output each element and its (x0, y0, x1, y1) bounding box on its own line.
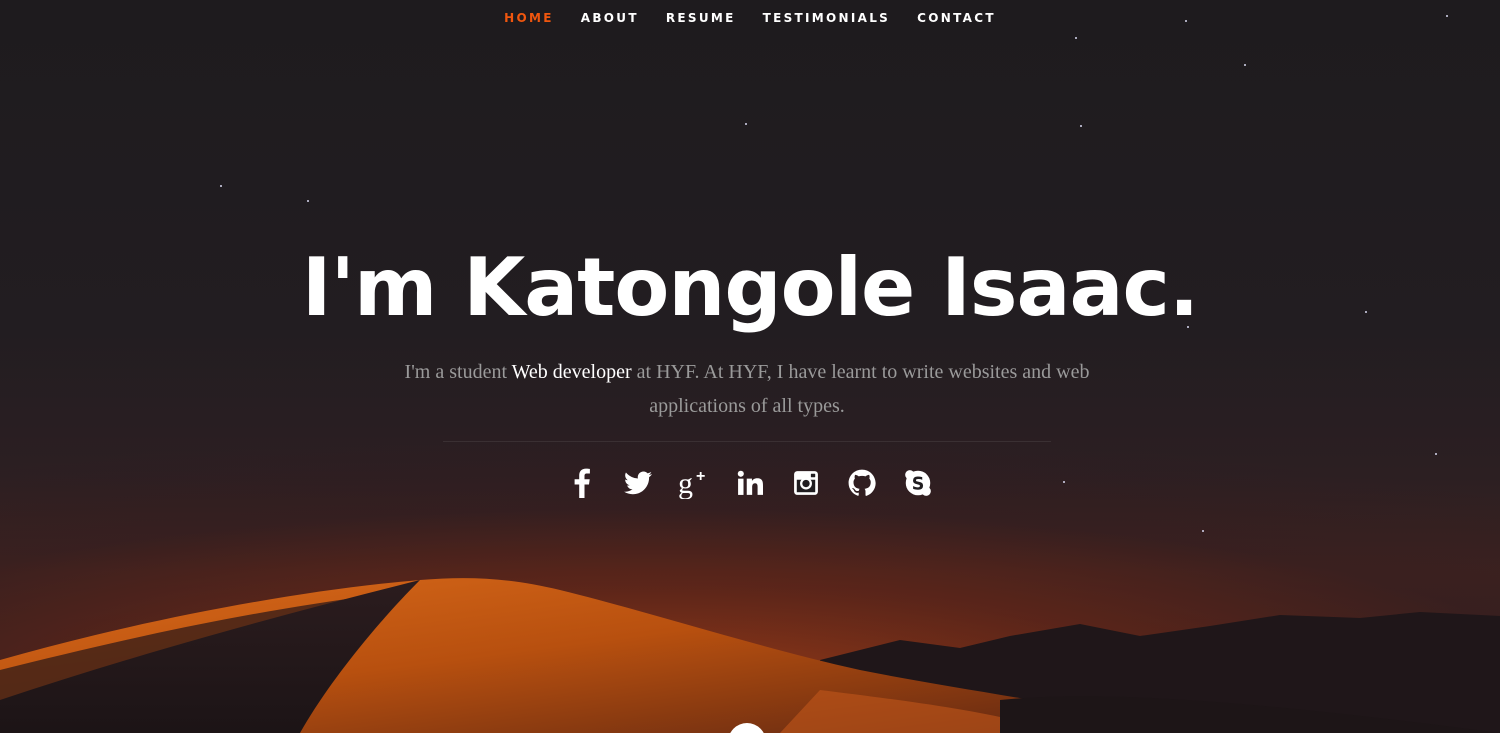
intro-suffix: at HYF. At HYF, I have learnt to write w… (631, 361, 1090, 417)
nav-item-contact[interactable]: CONTACT (917, 11, 996, 25)
google-plus-icon[interactable]: g + (677, 466, 711, 500)
svg-text:+: + (696, 468, 705, 485)
intro-text: I'm a student Web developer at HYF. At H… (390, 355, 1104, 423)
intro-prefix: I'm a student (404, 361, 512, 383)
svg-text:g: g (678, 467, 693, 499)
hero-section: HOME ABOUT RESUME TESTIMONIALS CONTACT I… (0, 0, 1500, 733)
svg-text:S: S (912, 474, 925, 494)
nav-item-about[interactable]: ABOUT (581, 11, 639, 25)
intro-highlight: Web developer (511, 361, 632, 383)
linkedin-icon[interactable] (733, 466, 767, 500)
twitter-icon[interactable] (621, 466, 655, 500)
social-links: g + S (0, 466, 1500, 500)
nav-item-home[interactable]: HOME (504, 11, 554, 25)
facebook-icon[interactable] (565, 466, 599, 500)
instagram-icon[interactable] (789, 466, 823, 500)
nav-item-resume[interactable]: RESUME (666, 11, 736, 25)
skype-icon[interactable]: S (901, 466, 935, 500)
main-nav: HOME ABOUT RESUME TESTIMONIALS CONTACT (0, 0, 1500, 36)
nav-item-testimonials[interactable]: TESTIMONIALS (763, 11, 891, 25)
page-title: I'm Katongole Isaac. (301, 241, 1200, 334)
divider (443, 441, 1051, 442)
github-icon[interactable] (845, 466, 879, 500)
